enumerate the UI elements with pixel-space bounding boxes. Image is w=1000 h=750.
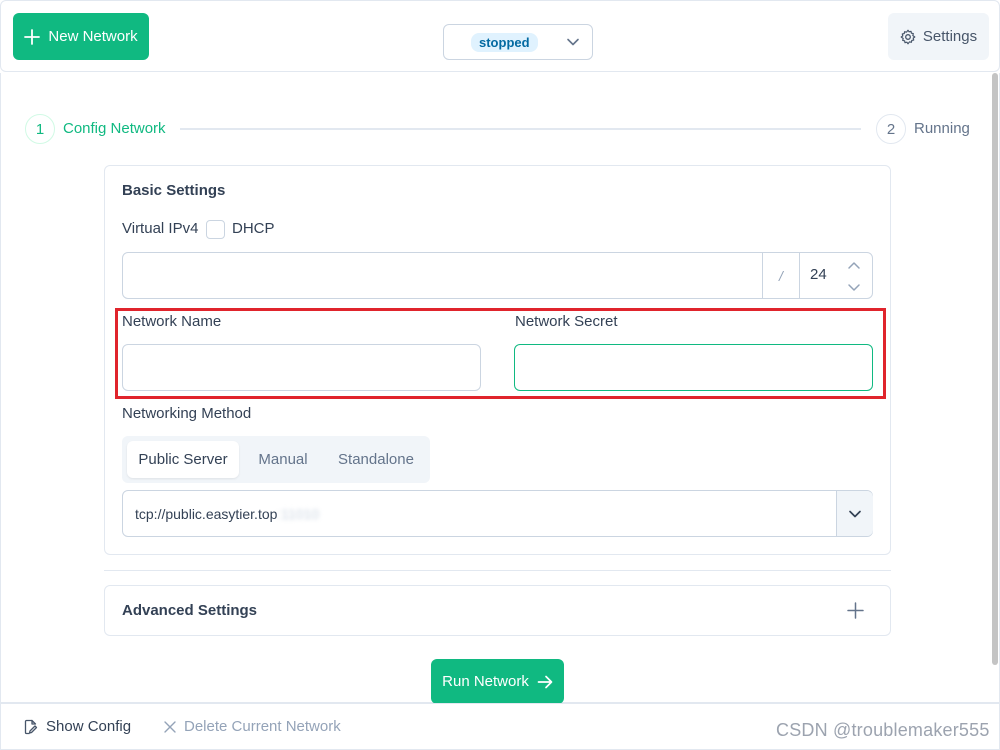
network-secret-input[interactable] bbox=[514, 344, 873, 391]
advanced-settings-panel[interactable]: Advanced Settings bbox=[104, 585, 891, 636]
network-secret-label: Network Secret bbox=[515, 313, 618, 330]
delete-network-label: Delete Current Network bbox=[184, 718, 341, 735]
virtual-ipv4-group: / 24 bbox=[122, 252, 873, 299]
plus-icon[interactable] bbox=[847, 602, 864, 619]
scrollbar[interactable] bbox=[992, 73, 998, 665]
virtual-ipv4-label: Virtual IPv4 bbox=[122, 220, 199, 237]
server-port-blurred: :11010 bbox=[277, 506, 320, 522]
step-2-label: Running bbox=[914, 120, 970, 137]
plus-icon bbox=[24, 28, 41, 45]
run-network-button[interactable]: Run Network bbox=[431, 659, 564, 704]
network-status-select[interactable]: stopped bbox=[443, 24, 593, 60]
chevron-up-icon[interactable] bbox=[847, 260, 861, 272]
edit-file-icon bbox=[24, 719, 38, 734]
step-1-indicator: 1 bbox=[25, 114, 55, 144]
server-dropdown-button[interactable] bbox=[836, 491, 873, 536]
stepper-line bbox=[180, 128, 861, 130]
public-server-value: tcp://public.easytier.top:11010 bbox=[135, 506, 319, 522]
watermark-text: CSDN @troublemaker555 bbox=[776, 720, 990, 740]
ipv4-slash: / bbox=[762, 253, 800, 298]
section-divider bbox=[104, 570, 891, 571]
new-network-button[interactable]: New Network bbox=[13, 13, 149, 60]
networking-method-label: Networking Method bbox=[122, 405, 252, 422]
network-name-label: Network Name bbox=[122, 313, 222, 330]
networking-method-selector: Public Server Manual Standalone bbox=[122, 436, 430, 483]
chevron-down-icon[interactable] bbox=[847, 281, 861, 293]
chevron-down-icon bbox=[567, 38, 579, 46]
advanced-settings-title: Advanced Settings bbox=[122, 602, 258, 619]
method-standalone[interactable]: Standalone bbox=[326, 441, 426, 478]
show-config-label: Show Config bbox=[46, 718, 132, 735]
show-config-button[interactable]: Show Config bbox=[23, 718, 131, 735]
chevron-down-icon bbox=[849, 510, 861, 517]
basic-settings-title: Basic Settings bbox=[122, 182, 226, 199]
network-name-input[interactable] bbox=[122, 344, 481, 391]
run-network-label: Run Network bbox=[442, 673, 529, 690]
settings-button[interactable]: Settings bbox=[888, 13, 989, 60]
dhcp-label: DHCP bbox=[232, 220, 275, 237]
close-icon bbox=[164, 720, 176, 733]
toolbar: New Network stopped Settings bbox=[0, 0, 1000, 72]
delete-network-button[interactable]: Delete Current Network bbox=[163, 718, 341, 735]
step-1-label: Config Network bbox=[63, 120, 166, 137]
status-badge: stopped bbox=[471, 32, 538, 52]
gear-icon bbox=[900, 29, 916, 44]
settings-label: Settings bbox=[922, 28, 978, 45]
network-mask-input[interactable]: 24 bbox=[810, 266, 827, 283]
public-server-select[interactable]: tcp://public.easytier.top:11010 bbox=[122, 490, 873, 537]
server-address: tcp://public.easytier.top bbox=[135, 506, 278, 522]
step-2-indicator: 2 bbox=[876, 114, 906, 144]
arrow-right-icon bbox=[537, 675, 553, 688]
method-public-server[interactable]: Public Server bbox=[127, 441, 239, 478]
method-manual[interactable]: Manual bbox=[246, 441, 320, 478]
new-network-label: New Network bbox=[48, 28, 138, 45]
virtual-ipv4-input[interactable] bbox=[123, 253, 762, 298]
dhcp-checkbox[interactable] bbox=[206, 220, 225, 239]
